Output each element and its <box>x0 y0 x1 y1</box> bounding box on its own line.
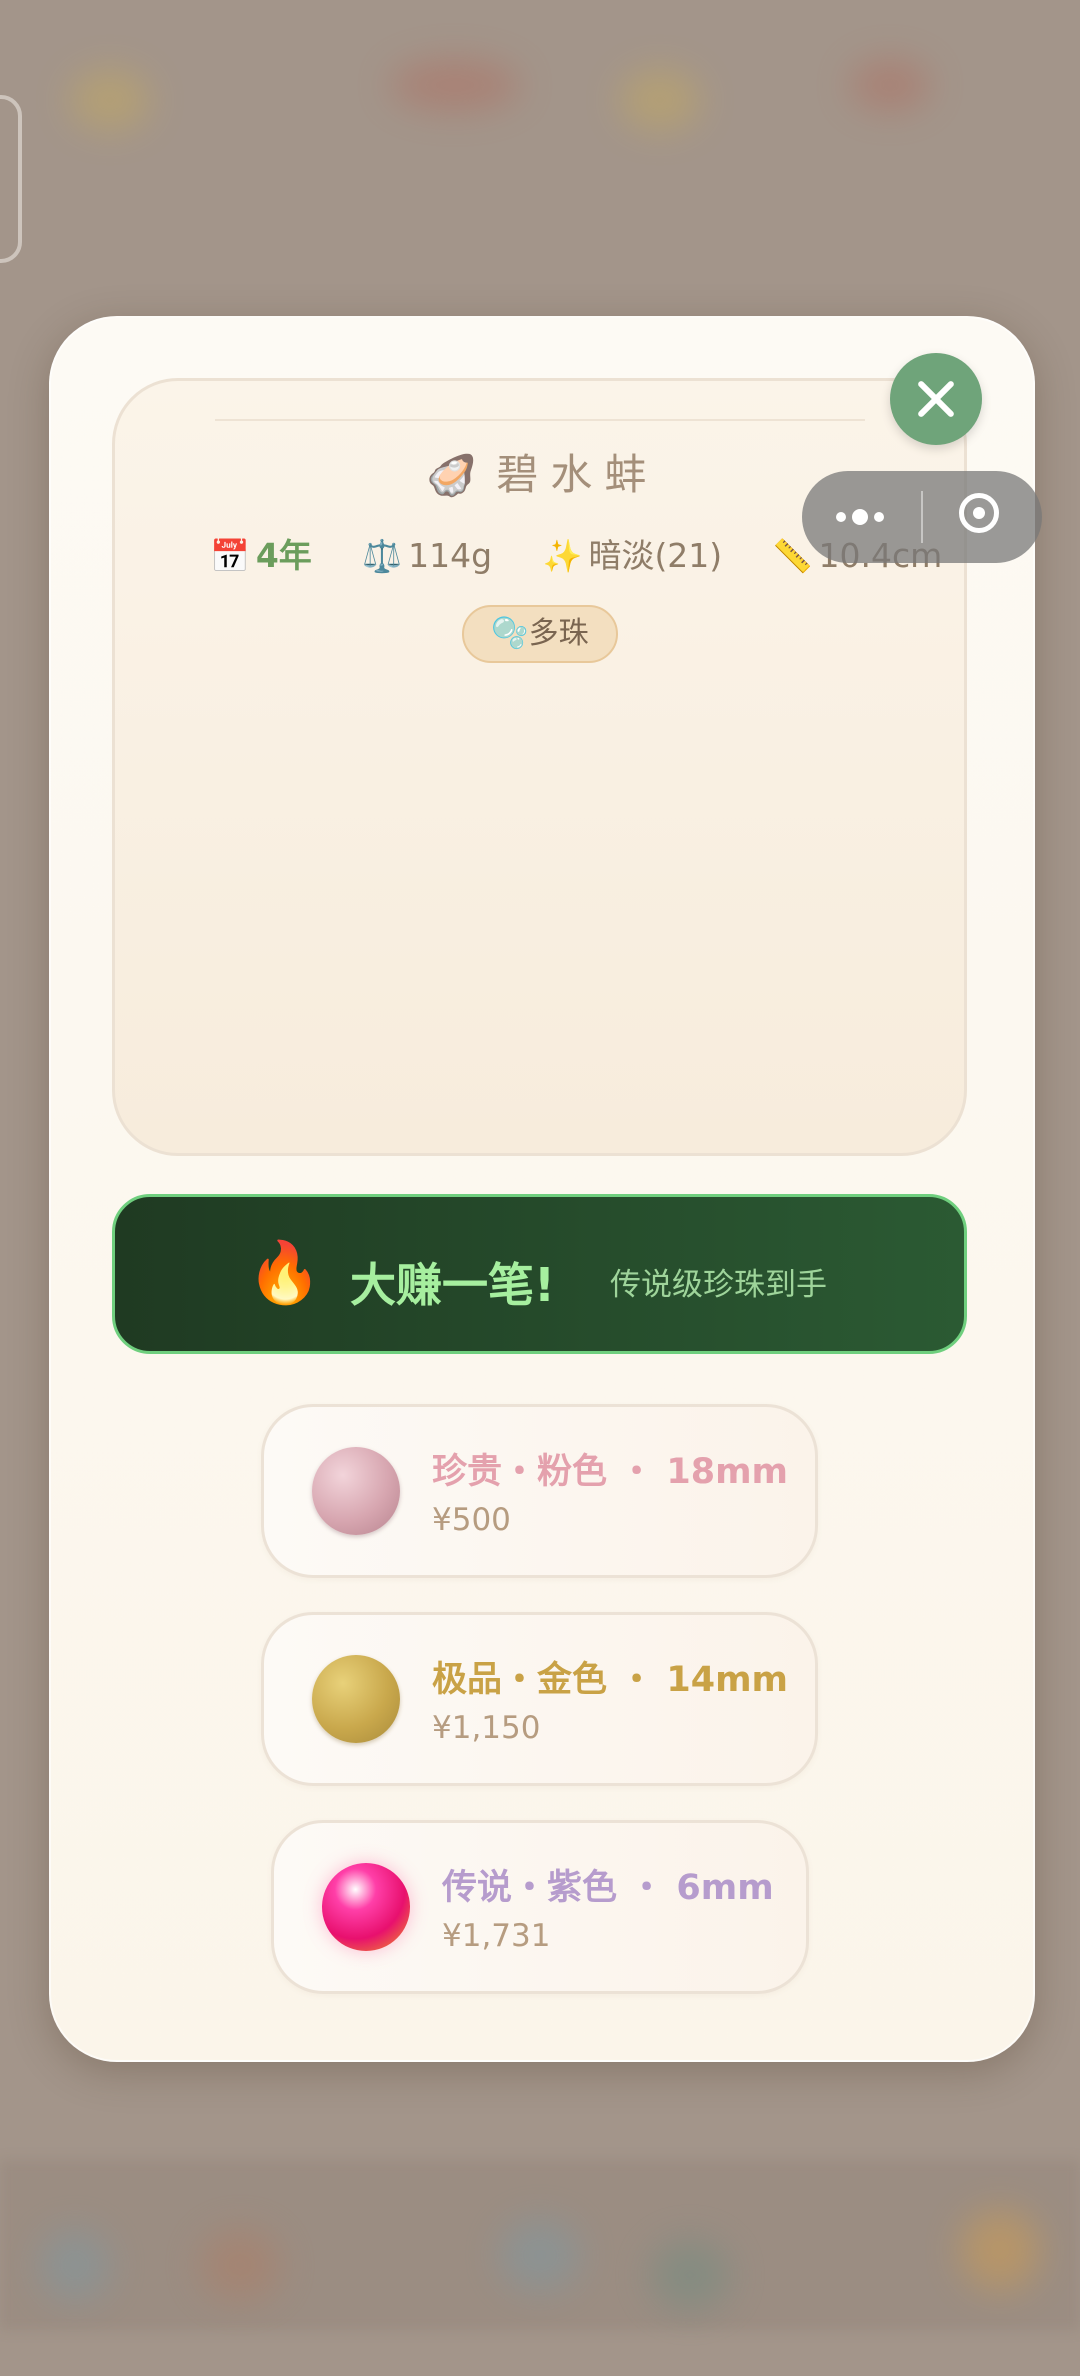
oyster-icon: 🦪 <box>426 453 477 499</box>
background-frame <box>0 95 22 263</box>
background-blob <box>500 2220 580 2290</box>
miniprogram-capsule <box>802 471 1042 563</box>
stat-luster-value: 暗淡(21) <box>588 536 723 575</box>
pearl-item: 极品・金色 ・ 14mm ¥1,150 <box>261 1612 818 1786</box>
background-blob <box>960 2210 1040 2290</box>
scale-icon: ⚖️ <box>362 537 403 575</box>
banner-subline: 传说级珍珠到手 <box>610 1267 827 1303</box>
big-win-banner: 🔥 大赚一笔! 传说级珍珠到手 <box>112 1194 967 1354</box>
background-blob <box>40 2230 110 2300</box>
background-blob <box>390 60 520 110</box>
background-blob <box>70 70 150 130</box>
banner-headline: 大赚一笔! <box>350 1258 555 1312</box>
pearl-price: ¥500 <box>432 1502 511 1538</box>
stat-age: 📅 4年 <box>210 529 312 577</box>
pearl-pink-icon <box>312 1447 400 1535</box>
flame-icon: 🔥 <box>247 1238 322 1308</box>
more-options-icon[interactable] <box>832 507 892 527</box>
close-button[interactable] <box>890 353 982 445</box>
background-blob <box>200 2230 280 2300</box>
pearl-price: ¥1,150 <box>432 1710 541 1746</box>
background-blob <box>850 60 930 110</box>
oyster-tag-label: 多珠 <box>528 616 589 651</box>
stat-weight: ⚖️ 114g <box>362 536 492 575</box>
pearl-purple-icon <box>322 1863 410 1951</box>
oyster-tag-chip: 🫧多珠 <box>462 605 618 663</box>
background-blob <box>650 2240 730 2310</box>
stat-age-value: 4年 <box>255 536 312 575</box>
pearl-name: 珍贵・粉色 ・ 18mm <box>432 1452 789 1492</box>
background-blob <box>620 70 700 130</box>
pearl-item: 珍贵・粉色 ・ 18mm ¥500 <box>261 1404 818 1578</box>
sparkles-icon: ✨ <box>542 537 583 575</box>
pearl-gold-icon <box>312 1655 400 1743</box>
ruler-icon: 📏 <box>772 537 813 575</box>
capsule-divider <box>921 491 923 543</box>
pearl-item: 传说・紫色 ・ 6mm ¥1,731 <box>271 1820 809 1994</box>
stat-luster: ✨ 暗淡(21) <box>543 529 723 577</box>
card-divider <box>215 419 865 421</box>
pearl-name: 传说・紫色 ・ 6mm <box>442 1868 774 1908</box>
pearl-name: 极品・金色 ・ 14mm <box>432 1660 789 1700</box>
stat-weight-value: 114g <box>408 536 493 575</box>
pearl-price: ¥1,731 <box>442 1918 551 1954</box>
oyster-name: 碧水蚌 <box>496 450 659 499</box>
exit-miniprogram-icon[interactable] <box>959 493 999 533</box>
calendar-icon: 📅 <box>210 537 250 575</box>
bubbles-icon: 🫧 <box>491 616 529 651</box>
